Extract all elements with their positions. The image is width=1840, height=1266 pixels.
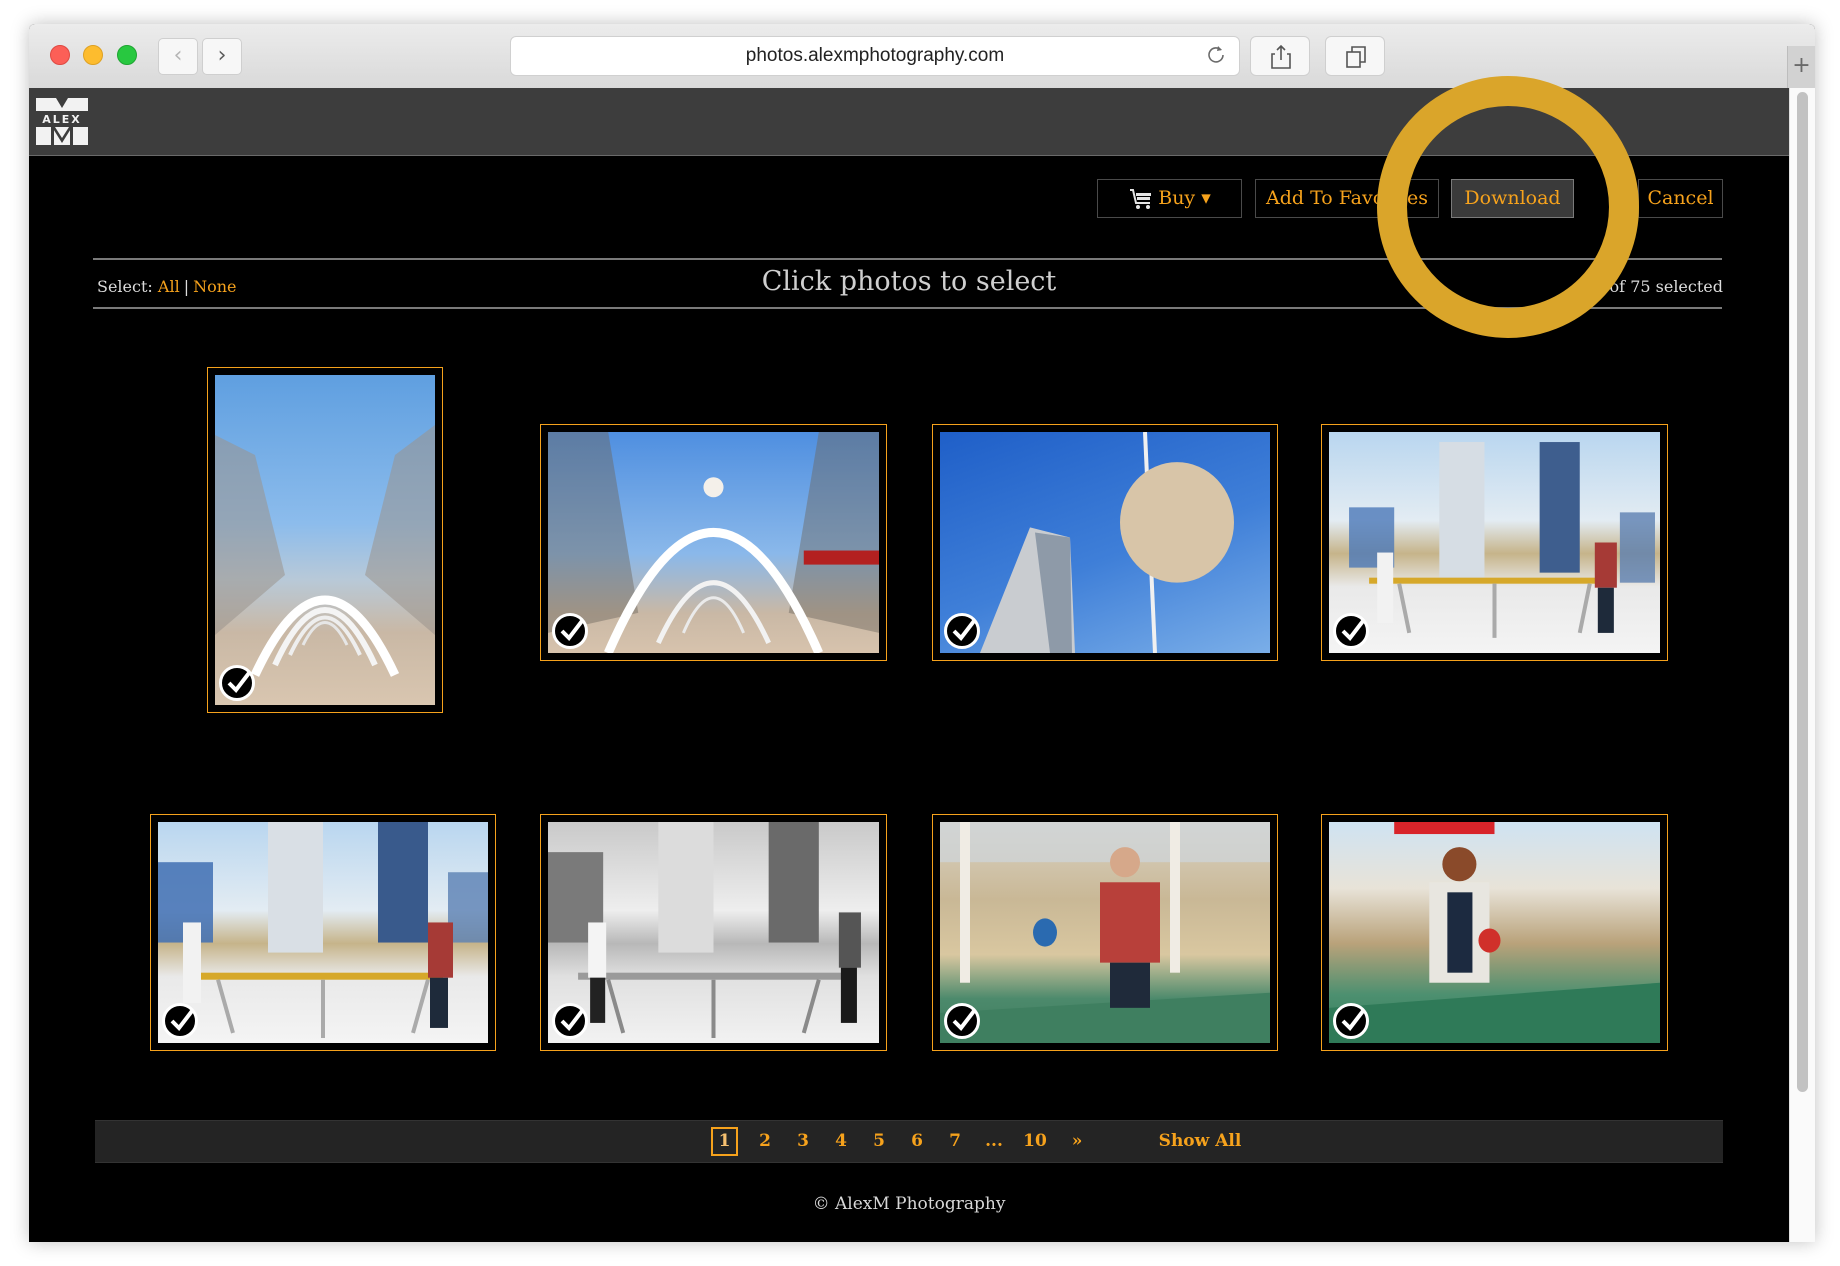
divider-bottom [93, 307, 1722, 309]
page-content: ALEX Buy ▾ Add To Favorites Download Can [29, 88, 1789, 1242]
photo-thumbnail[interactable] [150, 814, 496, 1051]
selected-check-icon [162, 1003, 198, 1039]
share-icon [1271, 44, 1291, 69]
cart-icon [1130, 189, 1152, 209]
selected-check-icon [944, 613, 980, 649]
photo-thumbnail[interactable] [540, 814, 887, 1051]
buy-label: Buy ▾ [1158, 187, 1211, 209]
selected-check-icon [944, 1003, 980, 1039]
page-link[interactable]: 4 [831, 1127, 851, 1156]
next-page-link[interactable]: » [1067, 1127, 1087, 1156]
page-link-current[interactable]: 1 [711, 1127, 738, 1156]
back-button[interactable]: ‹ [158, 38, 198, 75]
add-to-favorites-button[interactable]: Add To Favorites [1255, 179, 1439, 218]
photo-image [548, 432, 879, 653]
page-link[interactable]: 7 [945, 1127, 965, 1156]
zoom-window-button[interactable] [117, 45, 137, 65]
photo-image [215, 375, 435, 705]
photo-image [1329, 432, 1660, 653]
selected-check-icon [1333, 613, 1369, 649]
cancel-button[interactable]: Cancel [1638, 179, 1723, 218]
browser-window: ‹ › photos.alexmphotography.com + ALEX B… [29, 24, 1815, 1242]
photo-thumbnail[interactable] [1321, 424, 1668, 661]
divider-top [93, 258, 1722, 260]
new-tab-button[interactable]: + [1787, 46, 1815, 88]
forward-button[interactable]: › [202, 38, 242, 75]
page-link[interactable]: 5 [869, 1127, 889, 1156]
site-header: ALEX [29, 88, 1789, 156]
selected-check-icon [552, 1003, 588, 1039]
photo-image [940, 822, 1270, 1043]
close-window-button[interactable] [50, 45, 70, 65]
page-link[interactable]: 3 [793, 1127, 813, 1156]
favorites-label: Add To Favorites [1266, 187, 1428, 209]
photo-image [1329, 822, 1660, 1043]
photo-thumbnail[interactable] [932, 814, 1278, 1051]
pagination-bar: 1 2 3 4 5 6 7 ... 10 » Show All [95, 1120, 1723, 1163]
cancel-label: Cancel [1647, 187, 1714, 209]
selected-count: of 75 selected [1609, 277, 1723, 296]
minimize-window-button[interactable] [83, 45, 103, 65]
show-tabs-button[interactable] [1325, 36, 1385, 76]
selected-check-icon [219, 665, 255, 701]
scrollbar[interactable] [1789, 88, 1815, 1242]
photo-thumbnail[interactable] [540, 424, 887, 661]
instruction-title: Click photos to select [761, 266, 1057, 297]
photo-thumbnail[interactable] [932, 424, 1278, 661]
buy-button[interactable]: Buy ▾ [1097, 179, 1242, 218]
alexm-logo[interactable]: ALEX [36, 98, 88, 145]
chevron-left-icon: ‹ [173, 43, 183, 68]
logo-text: ALEX [42, 113, 82, 126]
download-label: Download [1464, 187, 1561, 209]
photo-image [548, 822, 879, 1043]
footer-copyright: © AlexM Photography [812, 1194, 1006, 1214]
photo-thumbnail[interactable] [1321, 814, 1668, 1051]
photo-image [158, 822, 488, 1043]
photo-image [940, 432, 1270, 653]
show-all-link[interactable]: Show All [1155, 1127, 1245, 1156]
chevron-right-icon: › [217, 43, 227, 68]
page-link[interactable]: 6 [907, 1127, 927, 1156]
selected-check-icon [1333, 1003, 1369, 1039]
scrollbar-thumb[interactable] [1797, 92, 1808, 1092]
photo-thumbnail[interactable] [207, 367, 443, 713]
page-ellipsis: ... [985, 1131, 1003, 1151]
selected-check-icon [552, 613, 588, 649]
tabs-icon [1346, 46, 1366, 68]
share-button[interactable] [1250, 36, 1310, 76]
page-link[interactable]: 2 [755, 1127, 775, 1156]
browser-toolbar: ‹ › photos.alexmphotography.com + [29, 24, 1815, 89]
address-bar[interactable]: photos.alexmphotography.com [510, 36, 1240, 76]
reload-icon[interactable] [1205, 44, 1227, 66]
page-link[interactable]: 10 [1020, 1127, 1050, 1156]
download-button[interactable]: Download [1451, 179, 1574, 218]
url-text: photos.alexmphotography.com [745, 45, 1005, 66]
plus-icon: + [1792, 53, 1811, 78]
